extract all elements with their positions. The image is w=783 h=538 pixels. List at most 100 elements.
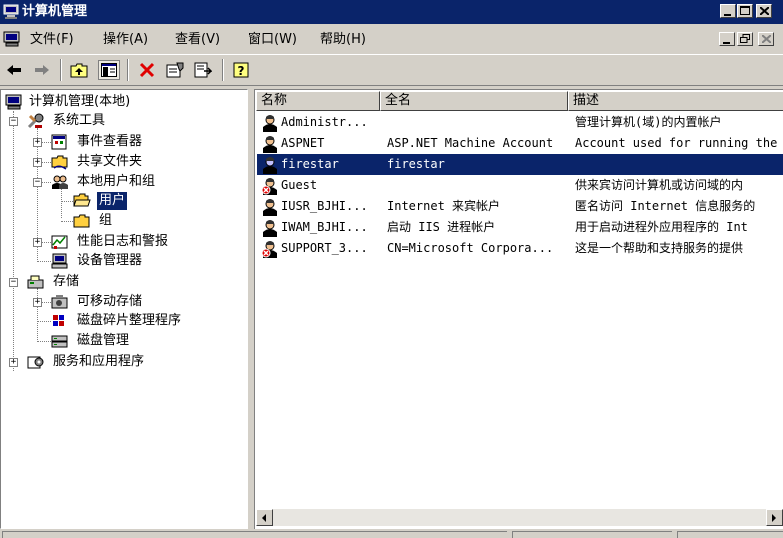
event-viewer-icon (51, 134, 67, 150)
cell-description: 管理计算机(域)的内置帐户 (575, 115, 722, 129)
status-bar (0, 529, 783, 538)
tree-label: 设备管理器 (77, 253, 143, 268)
disabled-user-icon (261, 241, 277, 258)
list-item[interactable]: IUSR_BJHI... Internet 来宾帐户 匿名访问 Internet 信… (257, 196, 783, 217)
disabled-user-icon (261, 178, 277, 195)
list-item[interactable]: ASPNET ASP.NET Machine Account Account use… (257, 133, 783, 154)
cell-full-name: firestar (387, 157, 445, 171)
expand-toggle[interactable]: + (9, 358, 18, 367)
arrow-right-icon (772, 514, 776, 522)
child-minimize-button[interactable] (719, 32, 735, 46)
back-icon (7, 65, 21, 75)
tools-icon (27, 113, 44, 129)
cell-description: 这是一个帮助和支持服务的提供 (575, 241, 744, 255)
cell-description: Account used for running the (575, 136, 778, 150)
users-groups-icon (52, 175, 68, 189)
forward-button[interactable] (31, 60, 53, 80)
list-item[interactable]: SUPPORT_3... CN=Microsoft Corpora... 这是一个帮… (257, 238, 783, 259)
menu-help[interactable]: 帮助(H) (320, 32, 366, 48)
user-icon (263, 199, 277, 216)
maximize-button[interactable] (737, 4, 753, 18)
folder-icon (73, 214, 90, 228)
tree-label: 组 (99, 213, 113, 228)
expand-toggle[interactable]: + (33, 298, 42, 307)
tree-label: 事件查看器 (77, 134, 143, 149)
delete-button[interactable] (136, 60, 158, 80)
cell-description: 匿名访问 Internet 信息服务的 (575, 199, 756, 213)
tree-label: 性能日志和警报 (77, 234, 169, 249)
tree-line (13, 111, 14, 371)
toolbar-separator (127, 59, 129, 81)
tree-line (37, 288, 38, 340)
storage-icon (27, 275, 44, 289)
tree-label: 本地用户和组 (77, 174, 156, 189)
cell-name: IUSR_BJHI... (281, 199, 368, 213)
menu-action[interactable]: 操作(A) (103, 32, 148, 48)
device-manager-icon (51, 253, 68, 269)
expand-toggle[interactable]: + (33, 138, 42, 147)
disk-management-icon (51, 335, 68, 348)
properties-icon (166, 62, 184, 78)
menu-bar: 文件(F) 操作(A) 查看(V) 窗口(W) 帮助(H) (0, 24, 783, 54)
computer-management-icon (3, 31, 20, 47)
tree-label: 磁盘管理 (77, 333, 130, 348)
menu-file[interactable]: 文件(F) (30, 32, 74, 48)
show-hide-tree-icon (101, 63, 117, 77)
list-item[interactable]: Administr... 管理计算机(域)的内置帐户 (257, 112, 783, 133)
toolbar-separator (60, 59, 62, 81)
up-folder-icon (70, 63, 88, 78)
toolbar-separator (222, 59, 224, 81)
column-header-name[interactable]: 名称 (256, 91, 380, 111)
scroll-right-button[interactable] (766, 509, 783, 526)
cell-full-name: CN=Microsoft Corpora... (387, 241, 554, 255)
horizontal-scrollbar[interactable] (256, 509, 783, 526)
menu-view[interactable]: 查看(V) (175, 32, 220, 48)
services-applications-icon (27, 356, 44, 369)
expand-toggle[interactable]: + (33, 238, 42, 247)
restore-icon (740, 34, 750, 43)
collapse-toggle[interactable]: − (9, 278, 18, 287)
list-item[interactable]: firestar firestar (257, 154, 783, 175)
console-tree[interactable]: 计算机管理(本地) − 系统工具 + 事件查看器 + 共享文件夹 − 本地用户和… (0, 89, 248, 529)
computer-management-icon (5, 94, 22, 110)
details-list[interactable]: 名称 全名 描述 Administr... 管理计算机(域)的内置帐户 ASPNET… (254, 89, 783, 529)
list-item[interactable]: IWAM_BJHI... 启动 IIS 进程帐户 用于启动进程外应用程序的 Int (257, 217, 783, 238)
tree-line (61, 188, 62, 218)
cell-name: SUPPORT_3... (281, 241, 368, 255)
help-button[interactable]: ? (231, 60, 253, 80)
column-header-full-name[interactable]: 全名 (380, 91, 568, 111)
minimize-button[interactable] (720, 4, 736, 18)
expand-toggle[interactable]: + (33, 158, 42, 167)
tree-label: 共享文件夹 (77, 154, 143, 169)
window-title: 计算机管理 (22, 4, 88, 19)
collapse-toggle[interactable]: − (33, 178, 42, 187)
tree-label: 系统工具 (53, 113, 106, 128)
back-button[interactable] (3, 60, 25, 80)
arrow-left-icon (262, 514, 266, 522)
title-bar: 计算机管理 (0, 0, 783, 24)
show-hide-tree-button[interactable] (98, 60, 120, 80)
minimize-icon (723, 42, 730, 44)
tree-line (37, 321, 51, 322)
cell-name: Administr... (281, 115, 368, 129)
up-level-button[interactable] (68, 60, 90, 80)
close-icon (759, 7, 769, 15)
tree-line (61, 221, 73, 222)
close-button[interactable] (756, 4, 772, 18)
tree-label: 用户 (97, 192, 128, 210)
menu-window[interactable]: 窗口(W) (248, 32, 297, 48)
properties-button[interactable] (164, 60, 186, 80)
toolbar: ? (0, 54, 783, 86)
child-restore-button[interactable] (737, 32, 753, 46)
tree-label: 可移动存储 (77, 294, 143, 309)
shared-folder-icon (51, 155, 68, 170)
scroll-left-button[interactable] (256, 509, 273, 526)
user-icon (263, 220, 277, 237)
user-icon (263, 115, 277, 132)
tree-label: 计算机管理(本地) (29, 94, 131, 109)
column-header-description[interactable]: 描述 (568, 91, 783, 111)
export-list-button[interactable] (192, 60, 214, 80)
collapse-toggle[interactable]: − (9, 117, 18, 126)
list-item[interactable]: Guest 供来宾访问计算机或访问域的内 (257, 175, 783, 196)
child-close-button[interactable] (758, 32, 774, 46)
